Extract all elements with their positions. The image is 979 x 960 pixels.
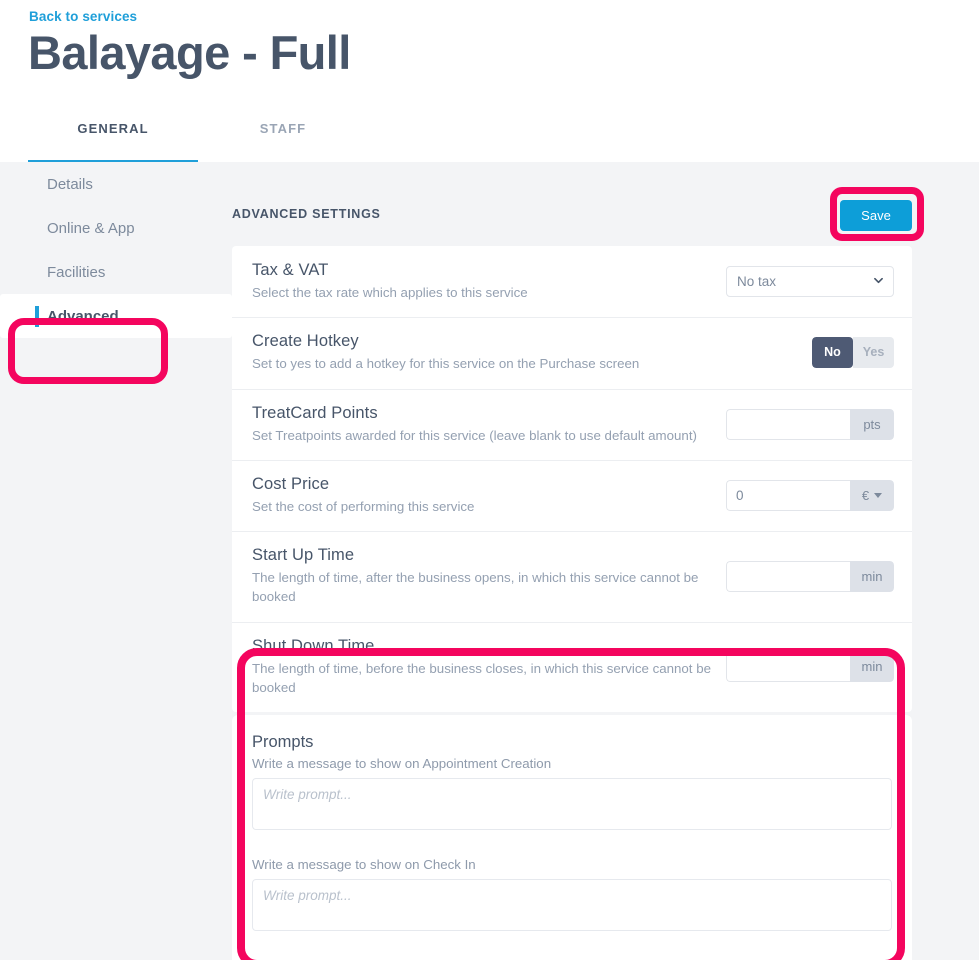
toggle-option-no[interactable]: No bbox=[812, 337, 853, 369]
currency-selector[interactable]: € bbox=[850, 479, 894, 511]
settings-main: ADVANCED SETTINGS Save Tax & VAT Select … bbox=[232, 162, 979, 960]
row-control: € bbox=[726, 479, 894, 511]
tax-rate-select-wrap: No tax bbox=[726, 266, 894, 298]
sidebar-item-label: Advanced bbox=[47, 307, 119, 325]
row-text: Tax & VAT Select the tax rate which appl… bbox=[252, 261, 726, 302]
unit-suffix-min: min bbox=[850, 560, 894, 592]
row-control: No tax bbox=[726, 266, 894, 298]
row-text: Start Up Time The length of time, after … bbox=[252, 546, 726, 607]
sidebar-item-online-and-app[interactable]: Online & App bbox=[0, 206, 232, 250]
start-up-time-input[interactable] bbox=[726, 560, 850, 592]
row-description: Select the tax rate which applies to thi… bbox=[252, 285, 528, 300]
row-control: min bbox=[726, 651, 894, 683]
save-button[interactable]: Save bbox=[840, 200, 912, 231]
row-text: Cost Price Set the cost of performing th… bbox=[252, 475, 726, 516]
toggle-option-yes[interactable]: Yes bbox=[853, 337, 894, 369]
row-description: Set Treatpoints awarded for this service… bbox=[252, 427, 697, 443]
row-description: The length of time, before the business … bbox=[252, 660, 711, 695]
row-description: Set to yes to add a hotkey for this serv… bbox=[252, 356, 640, 372]
sidebar-item-label: Facilities bbox=[47, 263, 106, 281]
section-title: ADVANCED SETTINGS bbox=[232, 207, 381, 221]
currency-symbol: € bbox=[861, 487, 870, 503]
prompts-title: Prompts bbox=[252, 733, 314, 752]
sidebar-item-label: Details bbox=[47, 175, 93, 193]
row-title: Tax & VAT bbox=[252, 261, 329, 279]
prompt-label-check-in: Write a message to show on Check In bbox=[252, 857, 476, 873]
tax-rate-select[interactable]: No tax bbox=[726, 266, 894, 298]
setting-row-tax-vat: Tax & VAT Select the tax rate which appl… bbox=[232, 246, 912, 317]
row-description: The length of time, after the business o… bbox=[252, 570, 699, 605]
row-title: Start Up Time bbox=[252, 546, 355, 565]
section-header: ADVANCED SETTINGS Save bbox=[232, 162, 979, 246]
setting-row-cost-price: Cost Price Set the cost of performing th… bbox=[232, 459, 912, 531]
service-settings-page: Back to services Balayage - Full GENERAL… bbox=[0, 0, 979, 960]
prompt-input-check-in[interactable] bbox=[252, 879, 892, 932]
row-title: TreatCard Points bbox=[252, 403, 378, 422]
prompt-label-appointment-creation: Write a message to show on Appointment C… bbox=[252, 756, 552, 772]
treatcard-points-field: pts bbox=[726, 408, 894, 440]
caret-down-icon bbox=[874, 492, 883, 498]
shut-down-time-field: min bbox=[726, 651, 894, 683]
row-text: TreatCard Points Set Treatpoints awarded… bbox=[252, 404, 726, 445]
row-description: Set the cost of performing this service bbox=[252, 498, 475, 514]
setting-row-treatcard-points: TreatCard Points Set Treatpoints awarded… bbox=[232, 388, 912, 460]
row-control: pts bbox=[726, 408, 894, 440]
treatcard-points-input[interactable] bbox=[726, 408, 850, 440]
settings-sidebar: Details Online & App Facilities Advanced bbox=[0, 162, 232, 338]
tab-bar: GENERAL STAFF bbox=[0, 113, 979, 164]
row-control: No Yes bbox=[726, 337, 894, 369]
unit-suffix-min: min bbox=[850, 651, 894, 683]
create-hotkey-toggle: No Yes bbox=[812, 337, 894, 369]
setting-row-start-up-time: Start Up Time The length of time, after … bbox=[232, 531, 912, 622]
row-title: Create Hotkey bbox=[252, 332, 359, 351]
page-header: Back to services Balayage - Full GENERAL… bbox=[0, 0, 979, 164]
prompts-card: Prompts Write a message to show on Appoi… bbox=[232, 715, 912, 960]
page-title: Balayage - Full bbox=[28, 26, 351, 79]
tab-general[interactable]: GENERAL bbox=[28, 113, 198, 164]
sidebar-item-facilities[interactable]: Facilities bbox=[0, 250, 232, 294]
setting-row-create-hotkey: Create Hotkey Set to yes to add a hotkey… bbox=[232, 317, 912, 388]
active-indicator-bar bbox=[35, 306, 39, 327]
setting-row-shut-down-time: Shut Down Time The length of time, befor… bbox=[232, 621, 912, 713]
sidebar-item-label: Online & App bbox=[47, 219, 135, 237]
unit-suffix-pts: pts bbox=[850, 408, 894, 440]
shut-down-time-input[interactable] bbox=[726, 651, 850, 683]
advanced-settings-card: Tax & VAT Select the tax rate which appl… bbox=[232, 246, 912, 713]
cost-price-field: € bbox=[726, 479, 894, 511]
start-up-time-field: min bbox=[726, 560, 894, 592]
row-title: Shut Down Time bbox=[252, 636, 375, 655]
row-text: Shut Down Time The length of time, befor… bbox=[252, 637, 726, 698]
row-control: min bbox=[726, 560, 894, 592]
prompt-input-appointment-creation[interactable] bbox=[252, 778, 892, 831]
cost-price-input[interactable] bbox=[726, 479, 850, 511]
row-text: Create Hotkey Set to yes to add a hotkey… bbox=[252, 332, 726, 373]
page-body: Details Online & App Facilities Advanced… bbox=[0, 162, 979, 960]
back-to-services-link[interactable]: Back to services bbox=[29, 9, 137, 24]
tab-staff[interactable]: STAFF bbox=[198, 113, 368, 136]
sidebar-item-advanced[interactable]: Advanced bbox=[0, 294, 232, 338]
sidebar-item-details[interactable]: Details bbox=[0, 162, 232, 206]
row-title: Cost Price bbox=[252, 474, 330, 493]
